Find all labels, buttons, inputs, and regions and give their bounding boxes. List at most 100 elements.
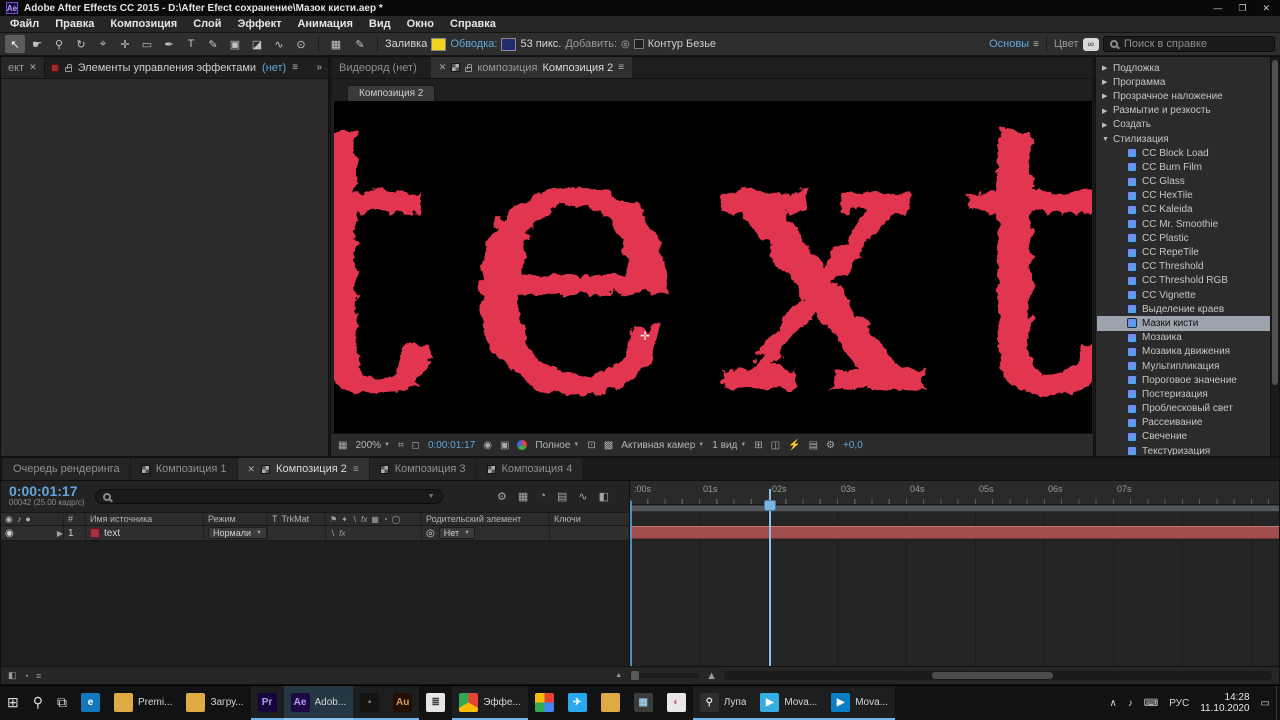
expand-modes-icon[interactable]: ≡ — [36, 671, 41, 681]
scrollbar-thumb[interactable] — [1272, 60, 1278, 385]
layer-duration-bar[interactable] — [630, 526, 1279, 539]
calculator[interactable]: ▦ — [627, 686, 660, 720]
maximize-button[interactable]: ❐ — [1238, 3, 1246, 14]
menu-Окно[interactable]: Окно — [407, 18, 434, 30]
menu-Вид[interactable]: Вид — [369, 18, 391, 30]
brush-tool[interactable]: ✎ — [203, 35, 223, 53]
menu-grid-icon[interactable]: ▦ — [338, 440, 347, 451]
search-options-icon[interactable]: ▼ — [428, 493, 435, 500]
tray-expand-icon[interactable]: ∧ — [1109, 698, 1116, 709]
shy-layers-icon[interactable]: ◔ — [539, 490, 546, 503]
magnifier-app[interactable]: ⚲ Лупа — [692, 686, 754, 720]
panel-menu-icon[interactable]: ≡ — [292, 62, 298, 73]
dark-app[interactable]: ▪ — [353, 686, 387, 720]
mode-header[interactable]: Режим — [203, 513, 267, 525]
clone-stamp-tool[interactable]: ▣ — [225, 35, 245, 53]
grid-options-icon[interactable]: ⌗ — [398, 440, 404, 451]
zoom-tool[interactable]: ⚲ — [49, 35, 69, 53]
hand-tool[interactable]: ☛ — [27, 35, 47, 53]
close-tab-icon[interactable]: ✕ — [248, 464, 256, 475]
timeline-search-input[interactable]: ▼ — [94, 489, 443, 504]
timeline-track-area[interactable]: :00s 01s 02s 03s 04s 05s 06s 07s — [629, 481, 1279, 666]
menu-Справка[interactable]: Справка — [450, 18, 496, 30]
language-indicator[interactable]: РУС — [1169, 698, 1189, 709]
chrome[interactable]: Эффе... — [452, 686, 528, 720]
tab-footage[interactable]: Видеоряд (нет) — [331, 57, 425, 78]
parent-select[interactable]: Нет ▼ — [438, 527, 476, 539]
effect-item-Мозаика движения[interactable]: Мозаика движения — [1097, 345, 1270, 359]
panel-menu-icon[interactable]: ≡ — [353, 464, 359, 475]
menu-Слой[interactable]: Слой — [193, 18, 221, 30]
effect-item-Мазки кисти[interactable]: Мазки кисти — [1097, 316, 1270, 331]
frame-blending-icon[interactable]: ▤ — [557, 490, 567, 503]
lock-icon[interactable] — [64, 63, 72, 72]
folder-downloads[interactable]: ▬ Загру... — [179, 686, 250, 720]
audition[interactable]: Au — [386, 686, 420, 720]
menu-Анимация[interactable]: Анимация — [297, 18, 352, 30]
folder-premiere[interactable]: ▬ Premi... — [107, 686, 179, 720]
close-button[interactable]: ✕ — [1262, 3, 1270, 14]
show-desktop-button[interactable] — [1276, 686, 1280, 720]
effect-item-CC Block Load[interactable]: CC Block Load — [1097, 146, 1270, 160]
timeline-zoom-slider[interactable] — [629, 671, 700, 680]
taskbar-clock[interactable]: 14:28 11.10.2020 — [1200, 692, 1249, 714]
lock-icon[interactable] — [465, 63, 473, 72]
collapsed-arrow-icon[interactable]: ▶ — [1102, 92, 1113, 100]
graph-editor-icon[interactable]: ◧ — [599, 490, 609, 503]
flowchart-icon[interactable]: ⚙ — [826, 440, 835, 451]
effect-item-CC Vignette[interactable]: CC Vignette — [1097, 288, 1270, 302]
comp-breadcrumb[interactable]: Композиция 2 — [347, 85, 436, 101]
collapsed-arrow-icon[interactable]: ▶ — [1102, 78, 1113, 86]
timeline-nav-icon[interactable]: ▤ — [809, 440, 818, 451]
hscrollbar-thumb[interactable] — [932, 672, 1053, 679]
bezier-checkbox[interactable] — [633, 39, 644, 49]
time-ruler[interactable]: :00s 01s 02s 03s 04s 05s 06s 07s — [630, 481, 1279, 505]
quality-switch[interactable]: ∖ — [330, 529, 335, 538]
expanded-arrow-icon[interactable]: ▼ — [1102, 136, 1113, 143]
overflow-icon[interactable]: » — [316, 62, 322, 73]
fx-switch[interactable]: fx — [339, 529, 345, 538]
effect-group-Размытие и резкость[interactable]: ▶ Размытие и резкость — [1097, 104, 1270, 118]
premiere-pro[interactable]: Pr — [250, 686, 284, 720]
motion-blur-icon[interactable]: ∿ — [578, 490, 587, 503]
volume-icon[interactable]: ♪ — [1128, 698, 1133, 709]
close-tab-icon[interactable]: ✕ — [29, 62, 37, 73]
workspace-menu-icon[interactable]: ≡ — [1033, 39, 1039, 50]
add-options-icon[interactable]: ◎ — [621, 39, 630, 50]
rotation-tool[interactable]: ↻ — [71, 35, 91, 53]
effect-item-Мозаика[interactable]: Мозаика — [1097, 331, 1270, 345]
type-tool[interactable]: T — [181, 35, 201, 53]
effect-item-CC Burn Film[interactable]: CC Burn Film — [1097, 160, 1270, 174]
effect-item-Текстуризация[interactable]: Текстуризация — [1097, 444, 1270, 455]
stroke-width-value[interactable]: 53 пикс. — [520, 38, 561, 50]
tab-Очередь рендеринга[interactable]: Очередь рендеринга — [3, 458, 130, 480]
menu-Эффект[interactable]: Эффект — [238, 18, 282, 30]
layer-visibility-toggle[interactable]: ◉ — [5, 528, 14, 539]
channels-icon[interactable] — [517, 440, 528, 450]
current-time-display[interactable]: 0:00:01:17 — [428, 440, 475, 451]
effect-item-Выделение краев[interactable]: Выделение краев — [1097, 302, 1270, 316]
effect-item-CC Plastic[interactable]: CC Plastic — [1097, 231, 1270, 245]
tab-composition[interactable]: ✕ композиция Композиция 2 ≡ — [430, 57, 633, 78]
snapshot-icon[interactable]: ◉ — [483, 440, 492, 451]
transparency-grid-icon[interactable]: ▩ — [604, 440, 613, 451]
composition-canvas[interactable]: text ✛ — [334, 101, 1092, 434]
tab-Композиция 2[interactable]: ✕ Композиция 2 ≡ — [237, 458, 369, 480]
stroke-label[interactable]: Обводка: — [450, 38, 497, 50]
shape-tool[interactable]: ▭ — [137, 35, 157, 53]
effect-item-CC Glass[interactable]: CC Glass — [1097, 175, 1270, 189]
pan-behind-tool[interactable]: ✛ — [115, 35, 135, 53]
roi-icon[interactable]: ⊡ — [587, 440, 595, 451]
collapsed-arrow-icon[interactable]: ▶ — [1102, 121, 1113, 129]
collapsed-arrow-icon[interactable]: ▶ — [1102, 64, 1113, 72]
selection-tool[interactable]: ↖ — [5, 35, 25, 53]
movavi-2[interactable]: ▶ Mova... — [824, 686, 895, 720]
exposure-value[interactable]: +0,0 — [843, 440, 863, 451]
show-snapshot-icon[interactable]: ▣ — [500, 440, 509, 451]
effect-group-Стилизация[interactable]: ▼ Стилизация — [1097, 132, 1270, 146]
roto-brush-tool[interactable]: ∿ — [269, 35, 289, 53]
mask-visibility-icon[interactable]: ◻ — [412, 440, 420, 451]
help-search-input[interactable]: Поиск в справке — [1103, 36, 1275, 52]
close-tab-icon[interactable]: ✕ — [439, 62, 447, 73]
expand-in-out-icon[interactable]: ◔ — [24, 671, 29, 681]
